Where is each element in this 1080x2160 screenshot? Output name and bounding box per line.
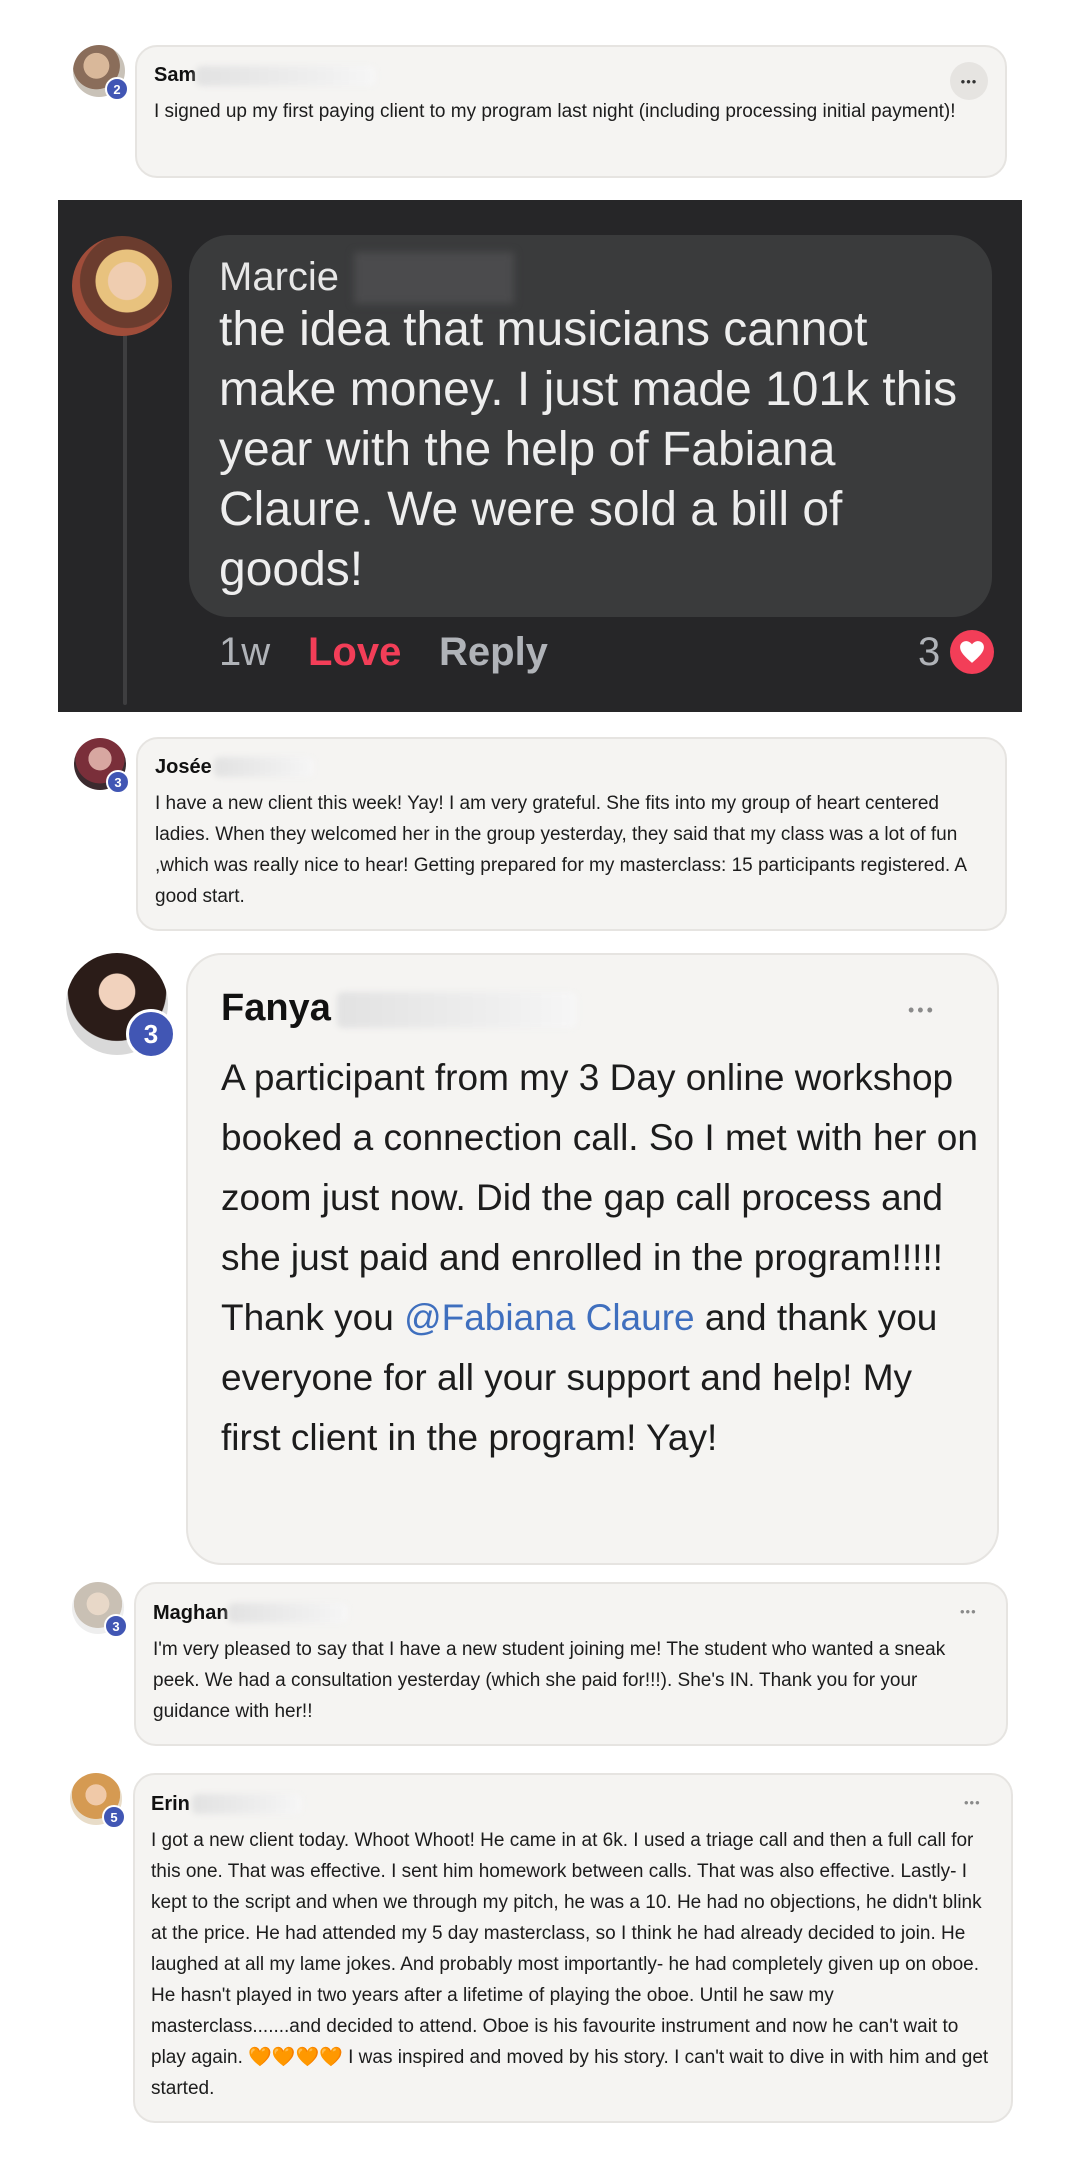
- avatar[interactable]: [72, 236, 172, 336]
- author-name[interactable]: Sam: [154, 64, 196, 87]
- author-surname-blurred: [214, 757, 314, 777]
- author-name[interactable]: Josée: [155, 756, 212, 779]
- avatar-badge: 3: [106, 770, 130, 794]
- reply-link[interactable]: Reply: [439, 630, 548, 675]
- comment-text: the idea that musicians cannot make mone…: [219, 303, 958, 596]
- heart-reaction-icon: [950, 630, 994, 674]
- comment-timestamp[interactable]: 1w: [219, 630, 270, 675]
- more-options-button[interactable]: •••: [950, 62, 988, 100]
- comment-text: I got a new client today. Whoot Whoot! H…: [151, 1825, 996, 2104]
- author-surname-blurred: [192, 1794, 302, 1814]
- avatar[interactable]: 3: [66, 953, 176, 1059]
- orange-heart-emoji: 🧡🧡🧡🧡: [248, 2047, 343, 2068]
- more-options-button[interactable]: •••: [960, 1604, 977, 1619]
- avatar[interactable]: 3: [74, 738, 130, 794]
- reaction-count[interactable]: 3: [918, 630, 940, 675]
- comment-text-part: I got a new client today. Whoot Whoot! H…: [151, 1830, 982, 2068]
- comment-text: I signed up my first paying client to my…: [154, 101, 956, 122]
- comment-text: I have a new client this week! Yay! I am…: [155, 793, 967, 907]
- author-name[interactable]: Maghan: [153, 1602, 229, 1625]
- avatar[interactable]: 3: [72, 1582, 128, 1638]
- author-surname-blurred: [337, 992, 577, 1028]
- author-name[interactable]: Marcie: [219, 255, 339, 300]
- thread-line: [123, 320, 127, 705]
- avatar[interactable]: 5: [70, 1773, 126, 1829]
- author-surname-blurred: [354, 252, 514, 304]
- love-reaction-link[interactable]: Love: [308, 630, 401, 675]
- avatar-image: [72, 236, 172, 336]
- more-options-button[interactable]: •••: [908, 1000, 936, 1021]
- comment-text-part: A participant from my 3 Day online works…: [221, 1057, 978, 1338]
- avatar-badge: 2: [105, 77, 129, 101]
- comment-text: I'm very pleased to say that I have a ne…: [153, 1639, 946, 1722]
- more-options-button[interactable]: •••: [964, 1795, 981, 1810]
- avatar-badge: 5: [102, 1805, 126, 1829]
- author-name[interactable]: Fanya: [221, 987, 331, 1030]
- author-name[interactable]: Erin: [151, 1793, 190, 1816]
- author-surname-blurred: [228, 1603, 348, 1623]
- author-surname-blurred: [196, 66, 376, 86]
- avatar-badge: 3: [104, 1614, 128, 1638]
- mention-link[interactable]: @Fabiana Claure: [404, 1297, 695, 1338]
- avatar[interactable]: 2: [73, 45, 129, 101]
- comment-text: A participant from my 3 Day online works…: [221, 1048, 981, 1468]
- comment-marcie-dark-panel: Marcie the idea that musicians cannot ma…: [58, 200, 1022, 712]
- avatar-badge: 3: [126, 1009, 176, 1059]
